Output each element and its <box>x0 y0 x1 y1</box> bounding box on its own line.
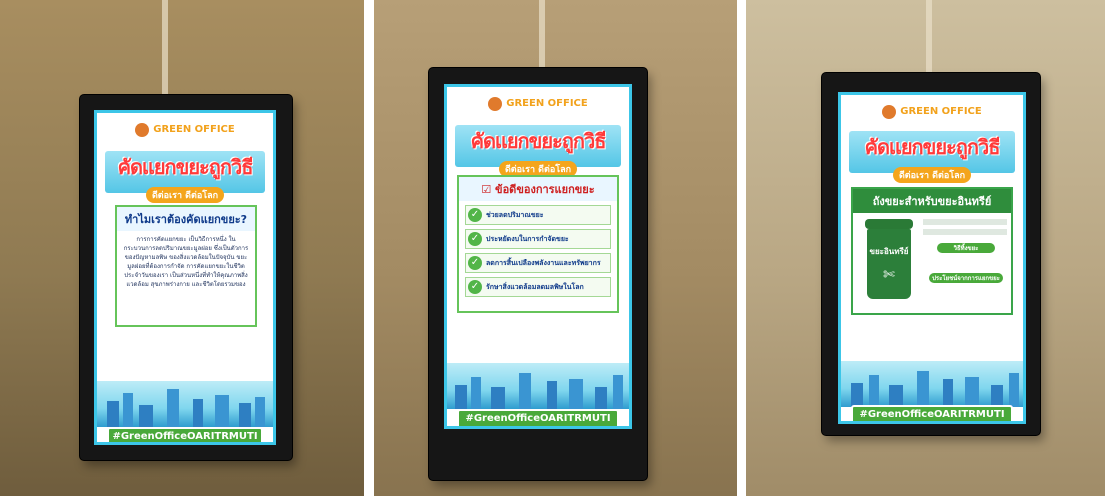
logo-icon <box>135 123 150 137</box>
wall-pipe <box>162 0 168 100</box>
info-card: ทำไมเราต้องคัดแยกขยะ? การการคัดแยกขยะ เป… <box>115 205 257 327</box>
photo-1: GREEN OFFICE คัดแยกขยะถูกวิธี ดีต่อเรา ด… <box>0 0 364 496</box>
check-icon: ✓ <box>468 208 482 222</box>
benefit-title: ลดการสิ้นเปลืองพลังงานและทรัพยากร <box>486 258 601 267</box>
benefit-title: ช่วยลดปริมาณขยะ <box>486 210 544 219</box>
display-screen: GREEN OFFICE คัดแยกขยะถูกวิธี ดีต่อเรา ด… <box>444 84 632 429</box>
wall-pipe <box>926 0 932 75</box>
bin-lid <box>865 219 913 229</box>
benefit-title: ประหยัดงบในการกำจัดขยะ <box>486 234 569 243</box>
banner-title: คัดแยกขยะถูกวิธี <box>864 135 1001 159</box>
banner: คัดแยกขยะถูกวิธี ดีต่อเรา ดีต่อโลก <box>853 131 1011 183</box>
bin-card: ถังขยะสำหรับขยะอินทรีย์ ขยะอินทรีย์ ✄ วิ… <box>851 187 1013 315</box>
banner-subtitle: ดีต่อเรา ดีต่อโลก <box>145 187 225 203</box>
logo: GREEN OFFICE <box>97 123 273 137</box>
benefit-item: ✓ รักษาสิ่งแวดล้อมลดมลพิษในโลก <box>465 277 611 297</box>
city-illustration <box>841 361 1023 407</box>
hashtag-banner: #GreenOfficeOARITRMUTI <box>851 405 1013 421</box>
logo: GREEN OFFICE <box>841 105 1023 119</box>
check-icon: ✓ <box>468 232 482 246</box>
card-heading: ทำไมเราต้องคัดแยกขยะ? <box>117 207 255 231</box>
photo-2: GREEN OFFICE คัดแยกขยะถูกวิธี ดีต่อเรา ด… <box>374 0 737 496</box>
wall-pipe <box>539 0 545 75</box>
banner: คัดแยกขยะถูกวิธี ดีต่อเรา ดีต่อโลก <box>459 125 617 177</box>
logo-text: GREEN OFFICE <box>900 106 982 117</box>
display-screen: GREEN OFFICE คัดแยกขยะถูกวิธี ดีต่อเรา ด… <box>838 92 1026 424</box>
logo-text: GREEN OFFICE <box>506 98 588 109</box>
city-illustration <box>447 363 629 409</box>
checkbox-icon: ☑ <box>481 183 496 196</box>
logo-icon <box>882 105 897 119</box>
logo: GREEN OFFICE <box>447 97 629 111</box>
banner: คัดแยกขยะถูกวิธี ดีต่อเรา ดีต่อโลก <box>109 151 261 203</box>
benefit-tag: ประโยชน์จากการแยกขยะ <box>929 273 1003 283</box>
display-screen: GREEN OFFICE คัดแยกขยะถูกวิธี ดีต่อเรา ด… <box>94 110 276 445</box>
text-line <box>923 219 1007 225</box>
banner-title: คัดแยกขยะถูกวิธี <box>117 155 254 179</box>
card-heading: ข้อดีของการแยกขยะ <box>495 183 595 196</box>
benefit-item: ✓ ประหยัดงบในการกำจัดขยะ <box>465 229 611 249</box>
city-illustration <box>97 381 273 427</box>
bin-label: ขยะอินทรีย์ <box>869 247 909 256</box>
banner-subtitle: ดีต่อเรา ดีต่อโลก <box>892 167 972 183</box>
compost-bin-icon <box>867 229 911 299</box>
logo-icon <box>488 97 503 111</box>
benefits-card: ☑ ข้อดีของการแยกขยะ ✓ ช่วยลดปริมาณขยะ ✓ ปร… <box>457 175 619 313</box>
hashtag-banner: #GreenOfficeOARITRMUTI <box>457 409 619 426</box>
photo-3: GREEN OFFICE คัดแยกขยะถูกวิธี ดีต่อเรา ด… <box>746 0 1105 496</box>
disposal-method-tag: วิธีทิ้งขยะ <box>937 243 995 253</box>
benefit-item: ✓ ลดการสิ้นเปลืองพลังงานและทรัพยากร <box>465 253 611 273</box>
logo-text: GREEN OFFICE <box>153 124 235 135</box>
check-icon: ✓ <box>468 256 482 270</box>
benefit-title: รักษาสิ่งแวดล้อมลดมลพิษในโลก <box>486 282 584 291</box>
banner-title: คัดแยกขยะถูกวิธี <box>470 129 607 153</box>
benefit-item: ✓ ช่วยลดปริมาณขยะ <box>465 205 611 225</box>
text-line <box>923 229 1007 235</box>
card-heading: ถังขยะสำหรับขยะอินทรีย์ <box>853 189 1011 213</box>
fish-bone-icon: ✄ <box>883 267 895 283</box>
card-heading-row: ☑ ข้อดีของการแยกขยะ <box>459 177 617 201</box>
hashtag-banner: #GreenOfficeOARITRMUTI <box>107 427 263 442</box>
card-text: การการคัดแยกขยะ เป็นวิธีการหนึ่ง ในกระบว… <box>123 236 249 288</box>
check-icon: ✓ <box>468 280 482 294</box>
